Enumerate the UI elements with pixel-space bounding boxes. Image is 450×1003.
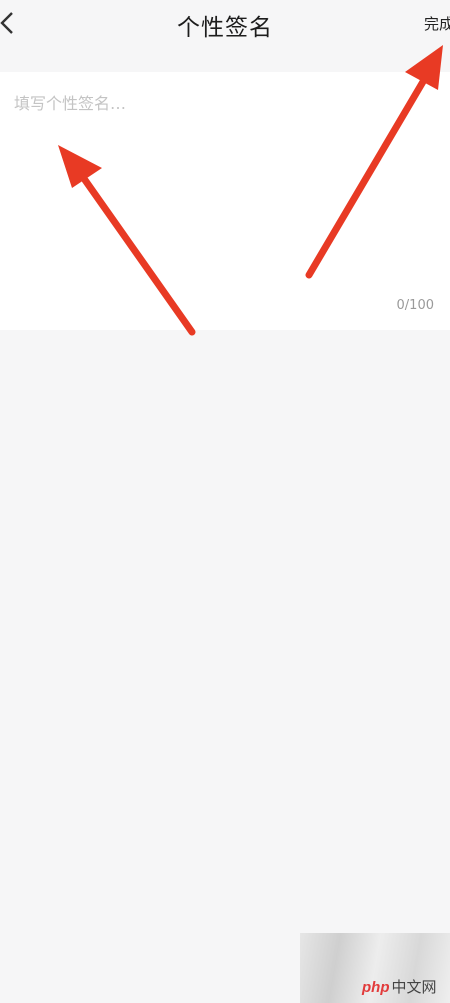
watermark-brand: php (362, 979, 390, 996)
signature-editor: 0/100 (0, 72, 450, 330)
watermark: php 中文网 (300, 933, 450, 1003)
done-button[interactable]: 完成 (424, 13, 450, 34)
char-counter: 0/100 (396, 298, 434, 313)
signature-input[interactable] (14, 90, 434, 290)
nav-bar: 个性签名 完成 (0, 0, 450, 50)
page-title: 个性签名 (177, 15, 273, 41)
watermark-logo: php 中文网 (362, 976, 437, 997)
watermark-suffix: 中文网 (391, 979, 437, 996)
